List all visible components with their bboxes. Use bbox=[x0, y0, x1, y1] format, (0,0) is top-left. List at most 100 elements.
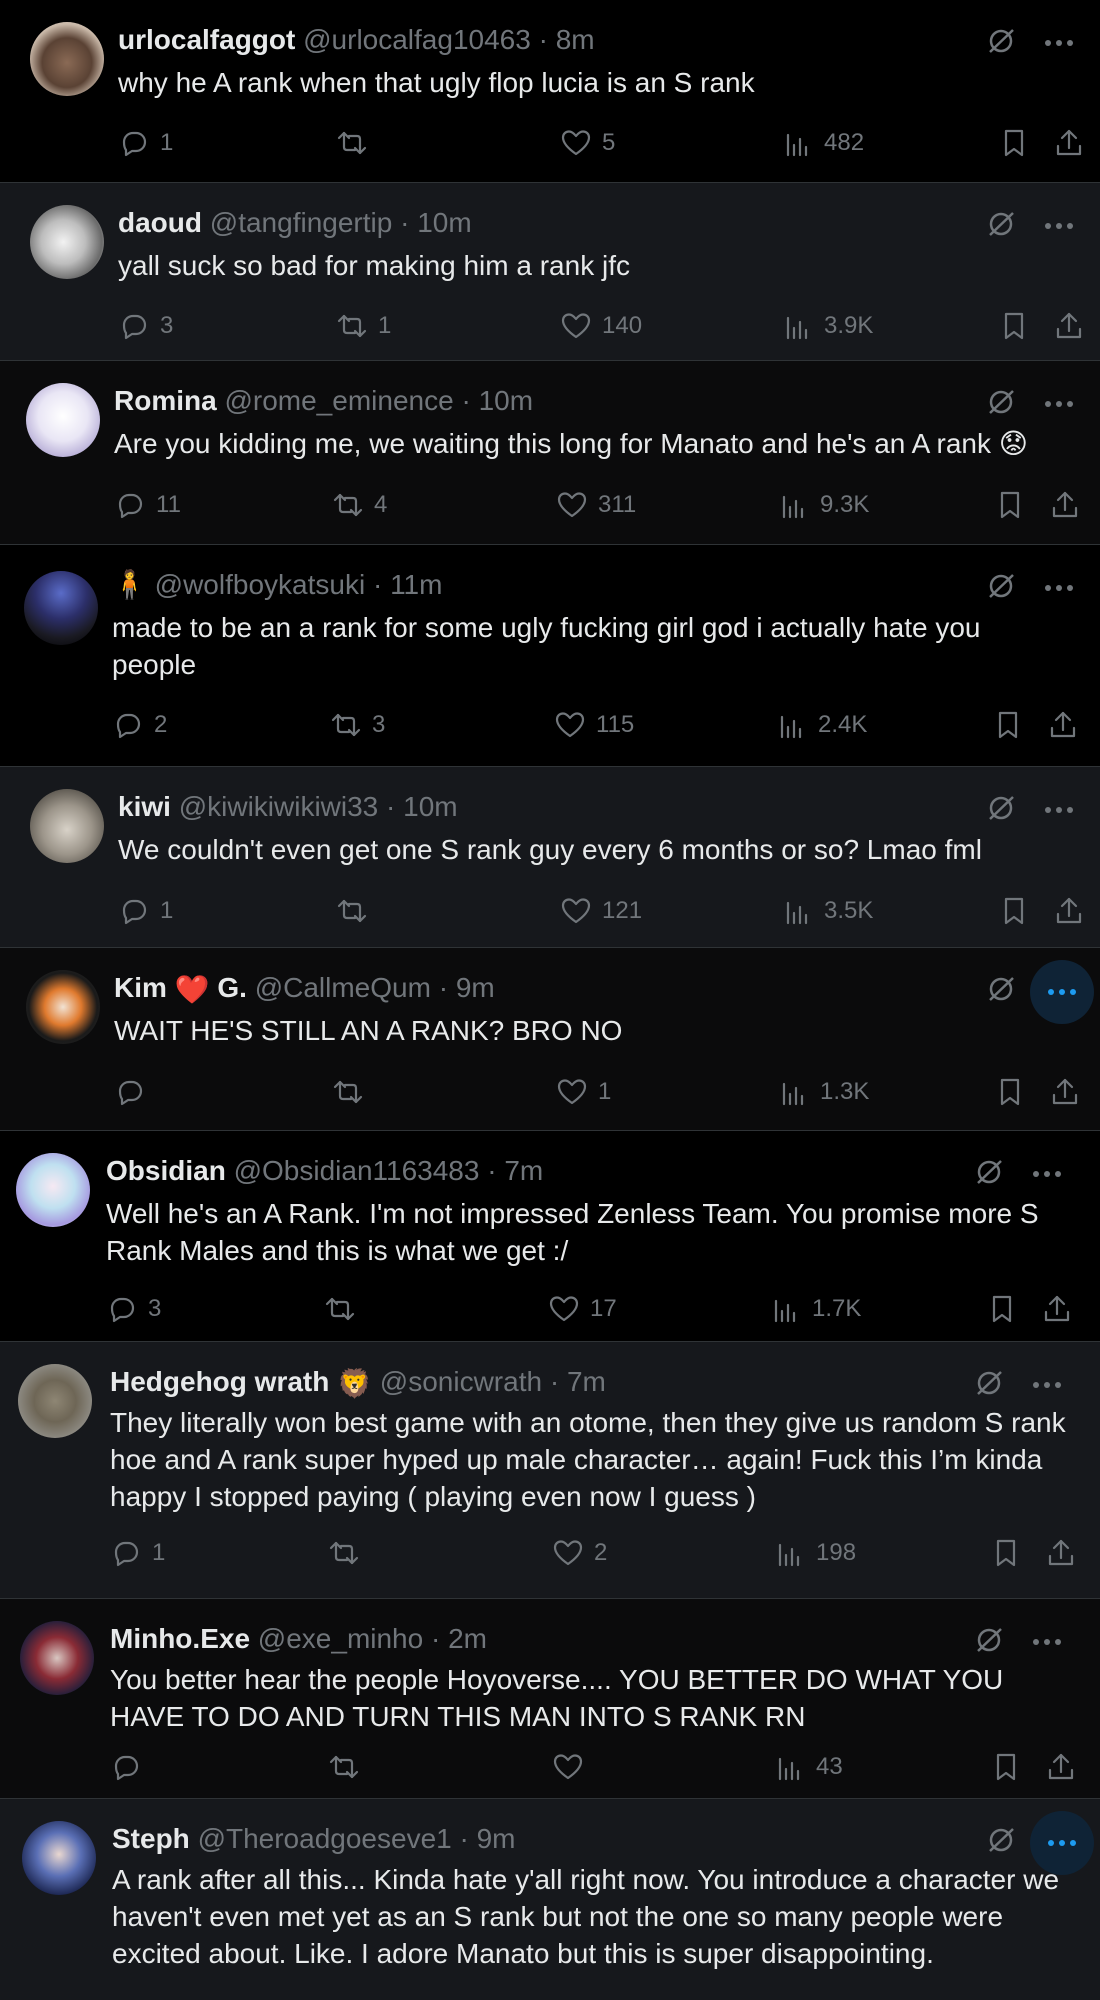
timestamp[interactable]: 10m bbox=[403, 791, 457, 822]
grok-icon[interactable] bbox=[986, 1825, 1016, 1855]
reply-button[interactable]: 1 bbox=[118, 125, 173, 161]
share-button[interactable] bbox=[1053, 893, 1085, 929]
share-button[interactable] bbox=[1053, 308, 1085, 344]
bookmark-button[interactable] bbox=[992, 707, 1024, 743]
reply-button[interactable]: 11 bbox=[114, 487, 181, 523]
like-button[interactable]: 2 bbox=[552, 1535, 607, 1571]
share-button[interactable] bbox=[1053, 125, 1085, 161]
views-button[interactable]: 9.3K bbox=[778, 487, 869, 523]
views-button[interactable]: 3.9K bbox=[782, 308, 873, 344]
handle[interactable]: @rome_eminence bbox=[224, 385, 453, 416]
views-button[interactable]: 482 bbox=[782, 125, 864, 161]
views-button[interactable]: 2.4K bbox=[776, 707, 867, 743]
repost-button[interactable]: 3 bbox=[330, 707, 385, 743]
timestamp[interactable]: 10m bbox=[417, 207, 471, 238]
handle[interactable]: @Theroadgoeseve1 bbox=[198, 1823, 452, 1854]
display-name-suffix[interactable]: G. bbox=[217, 972, 247, 1003]
views-button[interactable]: 43 bbox=[774, 1749, 843, 1785]
bookmark-button[interactable] bbox=[990, 1535, 1022, 1571]
grok-icon[interactable] bbox=[974, 1368, 1004, 1398]
bookmark-button[interactable] bbox=[998, 125, 1030, 161]
repost-button[interactable]: 4 bbox=[332, 487, 387, 523]
timestamp[interactable]: 11m bbox=[390, 569, 442, 600]
repost-button[interactable] bbox=[332, 1074, 374, 1110]
grok-icon[interactable] bbox=[974, 1625, 1004, 1655]
handle[interactable]: @kiwikiwikiwi33 bbox=[179, 791, 379, 822]
grok-icon[interactable] bbox=[986, 571, 1016, 601]
like-button[interactable]: 17 bbox=[548, 1291, 617, 1327]
views-button[interactable]: 1.7K bbox=[770, 1291, 861, 1327]
reply-button[interactable] bbox=[110, 1749, 152, 1785]
reply-button[interactable]: 3 bbox=[106, 1291, 161, 1327]
timestamp[interactable]: 8m bbox=[556, 24, 595, 55]
handle[interactable]: @Obsidian1163483 bbox=[234, 1155, 480, 1186]
display-name[interactable]: Minho.Exe bbox=[110, 1623, 250, 1654]
tweet[interactable]: Minho.Exe @exe_minho · 2m You better hea… bbox=[0, 1599, 1100, 1799]
avatar[interactable] bbox=[16, 1153, 90, 1227]
views-button[interactable]: 3.5K bbox=[782, 893, 873, 929]
like-button[interactable]: 121 bbox=[560, 893, 642, 929]
repost-button[interactable] bbox=[336, 125, 378, 161]
timestamp[interactable]: 10m bbox=[479, 385, 533, 416]
tweet[interactable]: Obsidian @Obsidian1163483 · 7m Well he's… bbox=[0, 1131, 1100, 1342]
grok-icon[interactable] bbox=[986, 209, 1016, 239]
more-options-button[interactable] bbox=[1024, 1151, 1070, 1197]
tweet[interactable]: Kim ❤️ G. @CallmeQum · 9m WAIT HE'S STIL… bbox=[0, 948, 1100, 1131]
share-button[interactable] bbox=[1045, 1535, 1077, 1571]
share-button[interactable] bbox=[1049, 1074, 1081, 1110]
more-options-button[interactable] bbox=[1036, 787, 1082, 833]
handle[interactable]: @sonicwrath bbox=[380, 1366, 542, 1397]
display-name[interactable]: kiwi bbox=[118, 791, 171, 822]
tweet[interactable]: 🧍 @wolfboykatsuki · 11m made to be an a … bbox=[0, 545, 1100, 767]
handle[interactable]: @tangfingertip bbox=[210, 207, 393, 238]
tweet[interactable]: Steph @Theroadgoeseve1 · 9m A rank after… bbox=[0, 1799, 1100, 2000]
display-name[interactable]: Romina bbox=[114, 385, 217, 416]
more-options-button[interactable] bbox=[1036, 203, 1082, 249]
bookmark-button[interactable] bbox=[998, 893, 1030, 929]
display-name[interactable]: Kim bbox=[114, 972, 167, 1003]
bookmark-button[interactable] bbox=[998, 308, 1030, 344]
display-name[interactable]: daoud bbox=[118, 207, 202, 238]
display-name[interactable]: Steph bbox=[112, 1823, 190, 1854]
more-options-button[interactable] bbox=[1036, 565, 1082, 611]
more-options-button[interactable] bbox=[1036, 381, 1082, 427]
more-options-button[interactable] bbox=[1030, 960, 1094, 1024]
repost-button[interactable] bbox=[328, 1535, 370, 1571]
tweet[interactable]: daoud @tangfingertip · 10m yall suck so … bbox=[0, 183, 1100, 361]
share-button[interactable] bbox=[1041, 1291, 1073, 1327]
reply-button[interactable]: 2 bbox=[112, 707, 167, 743]
avatar[interactable] bbox=[30, 22, 104, 96]
handle[interactable]: @urlocalfag10463 bbox=[303, 24, 531, 55]
like-button[interactable]: 115 bbox=[554, 707, 634, 743]
more-options-button[interactable] bbox=[1024, 1362, 1070, 1408]
handle[interactable]: @exe_minho bbox=[258, 1623, 423, 1654]
grok-icon[interactable] bbox=[986, 974, 1016, 1004]
grok-icon[interactable] bbox=[986, 793, 1016, 823]
repost-button[interactable]: 1 bbox=[336, 308, 391, 344]
handle[interactable]: @CallmeQum bbox=[255, 972, 431, 1003]
display-name[interactable]: 🧍 bbox=[112, 569, 147, 600]
handle[interactable]: @wolfboykatsuki bbox=[155, 569, 366, 600]
avatar[interactable] bbox=[20, 1621, 94, 1695]
grok-icon[interactable] bbox=[986, 26, 1016, 56]
bookmark-button[interactable] bbox=[990, 1749, 1022, 1785]
timestamp[interactable]: 7m bbox=[504, 1155, 543, 1186]
more-options-button[interactable] bbox=[1030, 1811, 1094, 1875]
share-button[interactable] bbox=[1049, 487, 1081, 523]
bookmark-button[interactable] bbox=[994, 1074, 1026, 1110]
repost-button[interactable] bbox=[336, 893, 378, 929]
like-button[interactable]: 140 bbox=[560, 308, 642, 344]
avatar[interactable] bbox=[30, 205, 104, 279]
timestamp[interactable]: 7m bbox=[567, 1366, 606, 1397]
display-name[interactable]: Obsidian bbox=[106, 1155, 226, 1186]
tweet[interactable]: Hedgehog wrath 🦁 @sonicwrath · 7m They l… bbox=[0, 1342, 1100, 1599]
repost-button[interactable] bbox=[324, 1291, 366, 1327]
tweet[interactable]: urlocalfaggot @urlocalfag10463 · 8m why … bbox=[0, 0, 1100, 183]
avatar[interactable] bbox=[24, 571, 98, 645]
avatar[interactable] bbox=[22, 1821, 96, 1895]
display-name[interactable]: Hedgehog wrath bbox=[110, 1366, 329, 1397]
grok-icon[interactable] bbox=[986, 387, 1016, 417]
views-button[interactable]: 198 bbox=[774, 1535, 856, 1571]
like-button[interactable]: 5 bbox=[560, 125, 615, 161]
like-button[interactable] bbox=[552, 1749, 594, 1785]
